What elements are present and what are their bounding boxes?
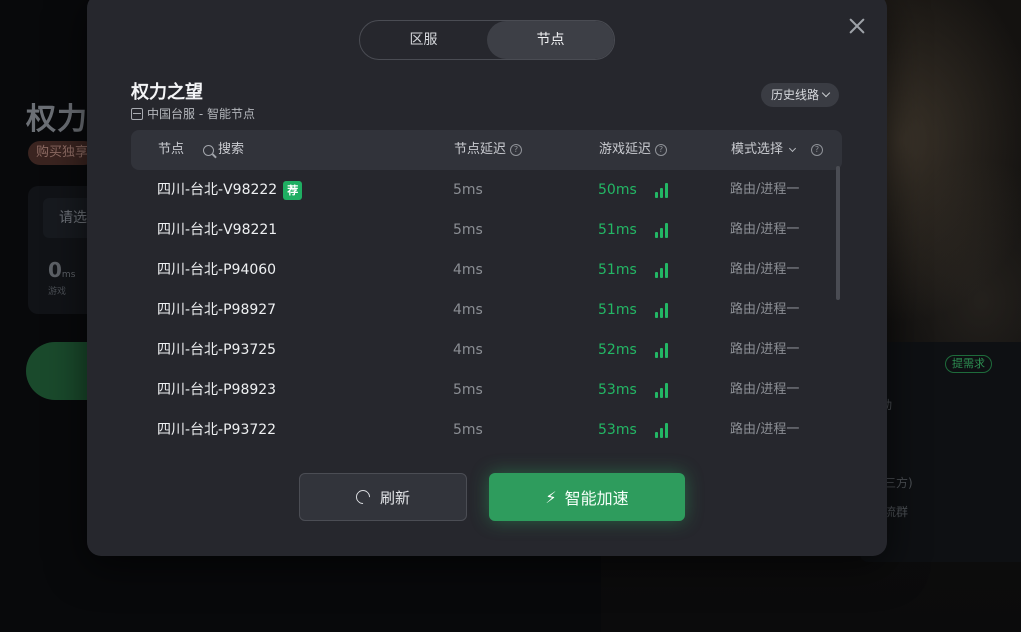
node-latency: 5ms — [453, 382, 483, 398]
signal-bars-icon — [655, 302, 669, 318]
close-icon[interactable] — [847, 16, 867, 36]
game-title: 权力之望 — [131, 82, 203, 103]
lightning-icon: ⚡︎ — [545, 487, 557, 507]
signal-bars-icon — [655, 222, 669, 238]
background-stat-label: 游戏 — [48, 287, 67, 297]
node-mode: 路由/进程一 — [730, 422, 800, 437]
refresh-label: 刷新 — [379, 488, 410, 507]
column-game-latency-label: 游戏延迟 — [599, 142, 652, 157]
chevron-down-icon — [821, 88, 831, 98]
smart-boost-label: 智能加速 — [564, 489, 629, 508]
history-routes-button[interactable]: 历史线路 — [760, 83, 839, 107]
game-subtitle-text: 中国台服 - 智能节点 — [147, 107, 255, 121]
node-latency: 4ms — [453, 302, 483, 318]
server-icon — [131, 107, 143, 120]
smart-boost-button[interactable]: ⚡︎ 智能加速 — [489, 473, 685, 521]
game-latency: 51ms — [598, 262, 637, 278]
history-routes-label: 历史线路 — [770, 88, 819, 102]
column-mode-label: 模式选择 — [731, 142, 784, 157]
game-latency: 53ms — [598, 382, 637, 398]
node-mode: 路由/进程一 — [730, 382, 800, 397]
refresh-button[interactable]: 刷新 — [299, 473, 467, 521]
scrollbar-thumb[interactable] — [836, 166, 840, 300]
column-node-latency-label: 节点延迟 — [454, 142, 507, 157]
node-list: 四川-台北-V98222 荐 5ms 50ms 路由/进程一 四川-台北-V98… — [131, 170, 842, 450]
mode-help: ? — [811, 144, 823, 156]
recommended-badge: 荐 — [283, 180, 303, 200]
tab-node[interactable]: 节点 — [487, 21, 614, 59]
signal-bars-icon — [655, 382, 669, 398]
node-row[interactable]: 四川-台北-P94060 4ms 51ms 路由/进程一 — [131, 250, 831, 290]
column-node: 节点 — [158, 142, 185, 157]
node-row[interactable]: 四川-台北-P98923 5ms 53ms 路由/进程一 — [131, 370, 831, 410]
node-name: 四川-台北-P98923 — [157, 382, 277, 398]
node-row[interactable]: 四川-台北-P98927 4ms 51ms 路由/进程一 — [131, 290, 831, 330]
game-latency: 52ms — [598, 342, 637, 358]
node-latency: 4ms — [453, 342, 483, 358]
game-latency: 50ms — [598, 182, 637, 198]
node-table-header: 节点 搜索 节点延迟 ? 游戏延迟 ? 模式选择 ? — [131, 130, 842, 170]
node-latency: 5ms — [453, 422, 483, 438]
node-row[interactable]: 四川-台北-V98221 5ms 51ms 路由/进程一 — [131, 210, 831, 250]
signal-bars-icon — [655, 182, 669, 198]
refresh-icon — [353, 487, 373, 507]
search-label: 搜索 — [218, 142, 245, 157]
node-mode: 路由/进程一 — [730, 262, 800, 277]
background-side-line: 流群 — [884, 505, 909, 519]
node-mode: 路由/进程一 — [730, 302, 800, 317]
node-row[interactable]: 四川-台北-P93722 5ms 53ms 路由/进程一 — [131, 410, 831, 450]
help-icon[interactable]: ? — [510, 144, 523, 156]
game-latency: 51ms — [598, 222, 637, 238]
search-icon — [203, 144, 214, 156]
background-stat: 0ms — [48, 258, 75, 282]
signal-bars-icon — [655, 342, 669, 358]
background-demand-badge: 提需求 — [945, 355, 992, 373]
background-stat-value: 0 — [48, 258, 62, 282]
node-mode: 路由/进程一 — [730, 222, 800, 237]
node-mode: 路由/进程一 — [730, 342, 800, 357]
game-subtitle: 中国台服 - 智能节点 — [131, 105, 255, 122]
signal-bars-icon — [655, 422, 669, 438]
node-select-modal: 区服 节点 权力之望 中国台服 - 智能节点 历史线路 节点 搜索 节点延迟 ?… — [87, 0, 887, 556]
background-stat-unit: ms — [61, 270, 76, 280]
node-list-scrollbar[interactable] — [836, 166, 840, 448]
node-row[interactable]: 四川-台北-P93725 4ms 52ms 路由/进程一 — [131, 330, 831, 370]
node-name: 四川-台北-V98222 荐 — [157, 170, 303, 210]
chevron-down-icon — [788, 144, 797, 152]
column-node-latency: 节点延迟 ? — [454, 130, 523, 170]
tab-region[interactable]: 区服 — [360, 21, 487, 59]
node-name: 四川-台北-P93725 — [157, 342, 277, 358]
signal-bars-icon — [655, 262, 669, 278]
node-name: 四川-台北-P94060 — [157, 262, 277, 278]
background-side-line: 三方) — [884, 476, 913, 490]
game-latency: 53ms — [598, 422, 637, 438]
node-latency: 4ms — [453, 262, 483, 278]
help-icon[interactable]: ? — [655, 144, 668, 156]
node-name-text: 四川-台北-V98222 — [157, 182, 278, 198]
node-name: 四川-台北-P98927 — [157, 302, 277, 318]
game-latency: 51ms — [598, 302, 637, 318]
node-row[interactable]: 四川-台北-V98222 荐 5ms 50ms 路由/进程一 — [131, 170, 831, 210]
segment-tabs: 区服 节点 — [359, 20, 615, 60]
node-name: 四川-台北-P93722 — [157, 422, 277, 438]
node-mode: 路由/进程一 — [730, 182, 800, 197]
node-latency: 5ms — [453, 222, 483, 238]
background-buy-badge: 购买独享 — [28, 141, 97, 165]
node-name: 四川-台北-V98221 — [157, 222, 278, 238]
search-button[interactable]: 搜索 — [203, 130, 244, 170]
mode-select-dropdown[interactable]: 模式选择 — [731, 130, 797, 170]
node-latency: 5ms — [453, 182, 483, 198]
column-game-latency: 游戏延迟 ? — [599, 130, 668, 170]
help-icon[interactable]: ? — [811, 144, 823, 156]
